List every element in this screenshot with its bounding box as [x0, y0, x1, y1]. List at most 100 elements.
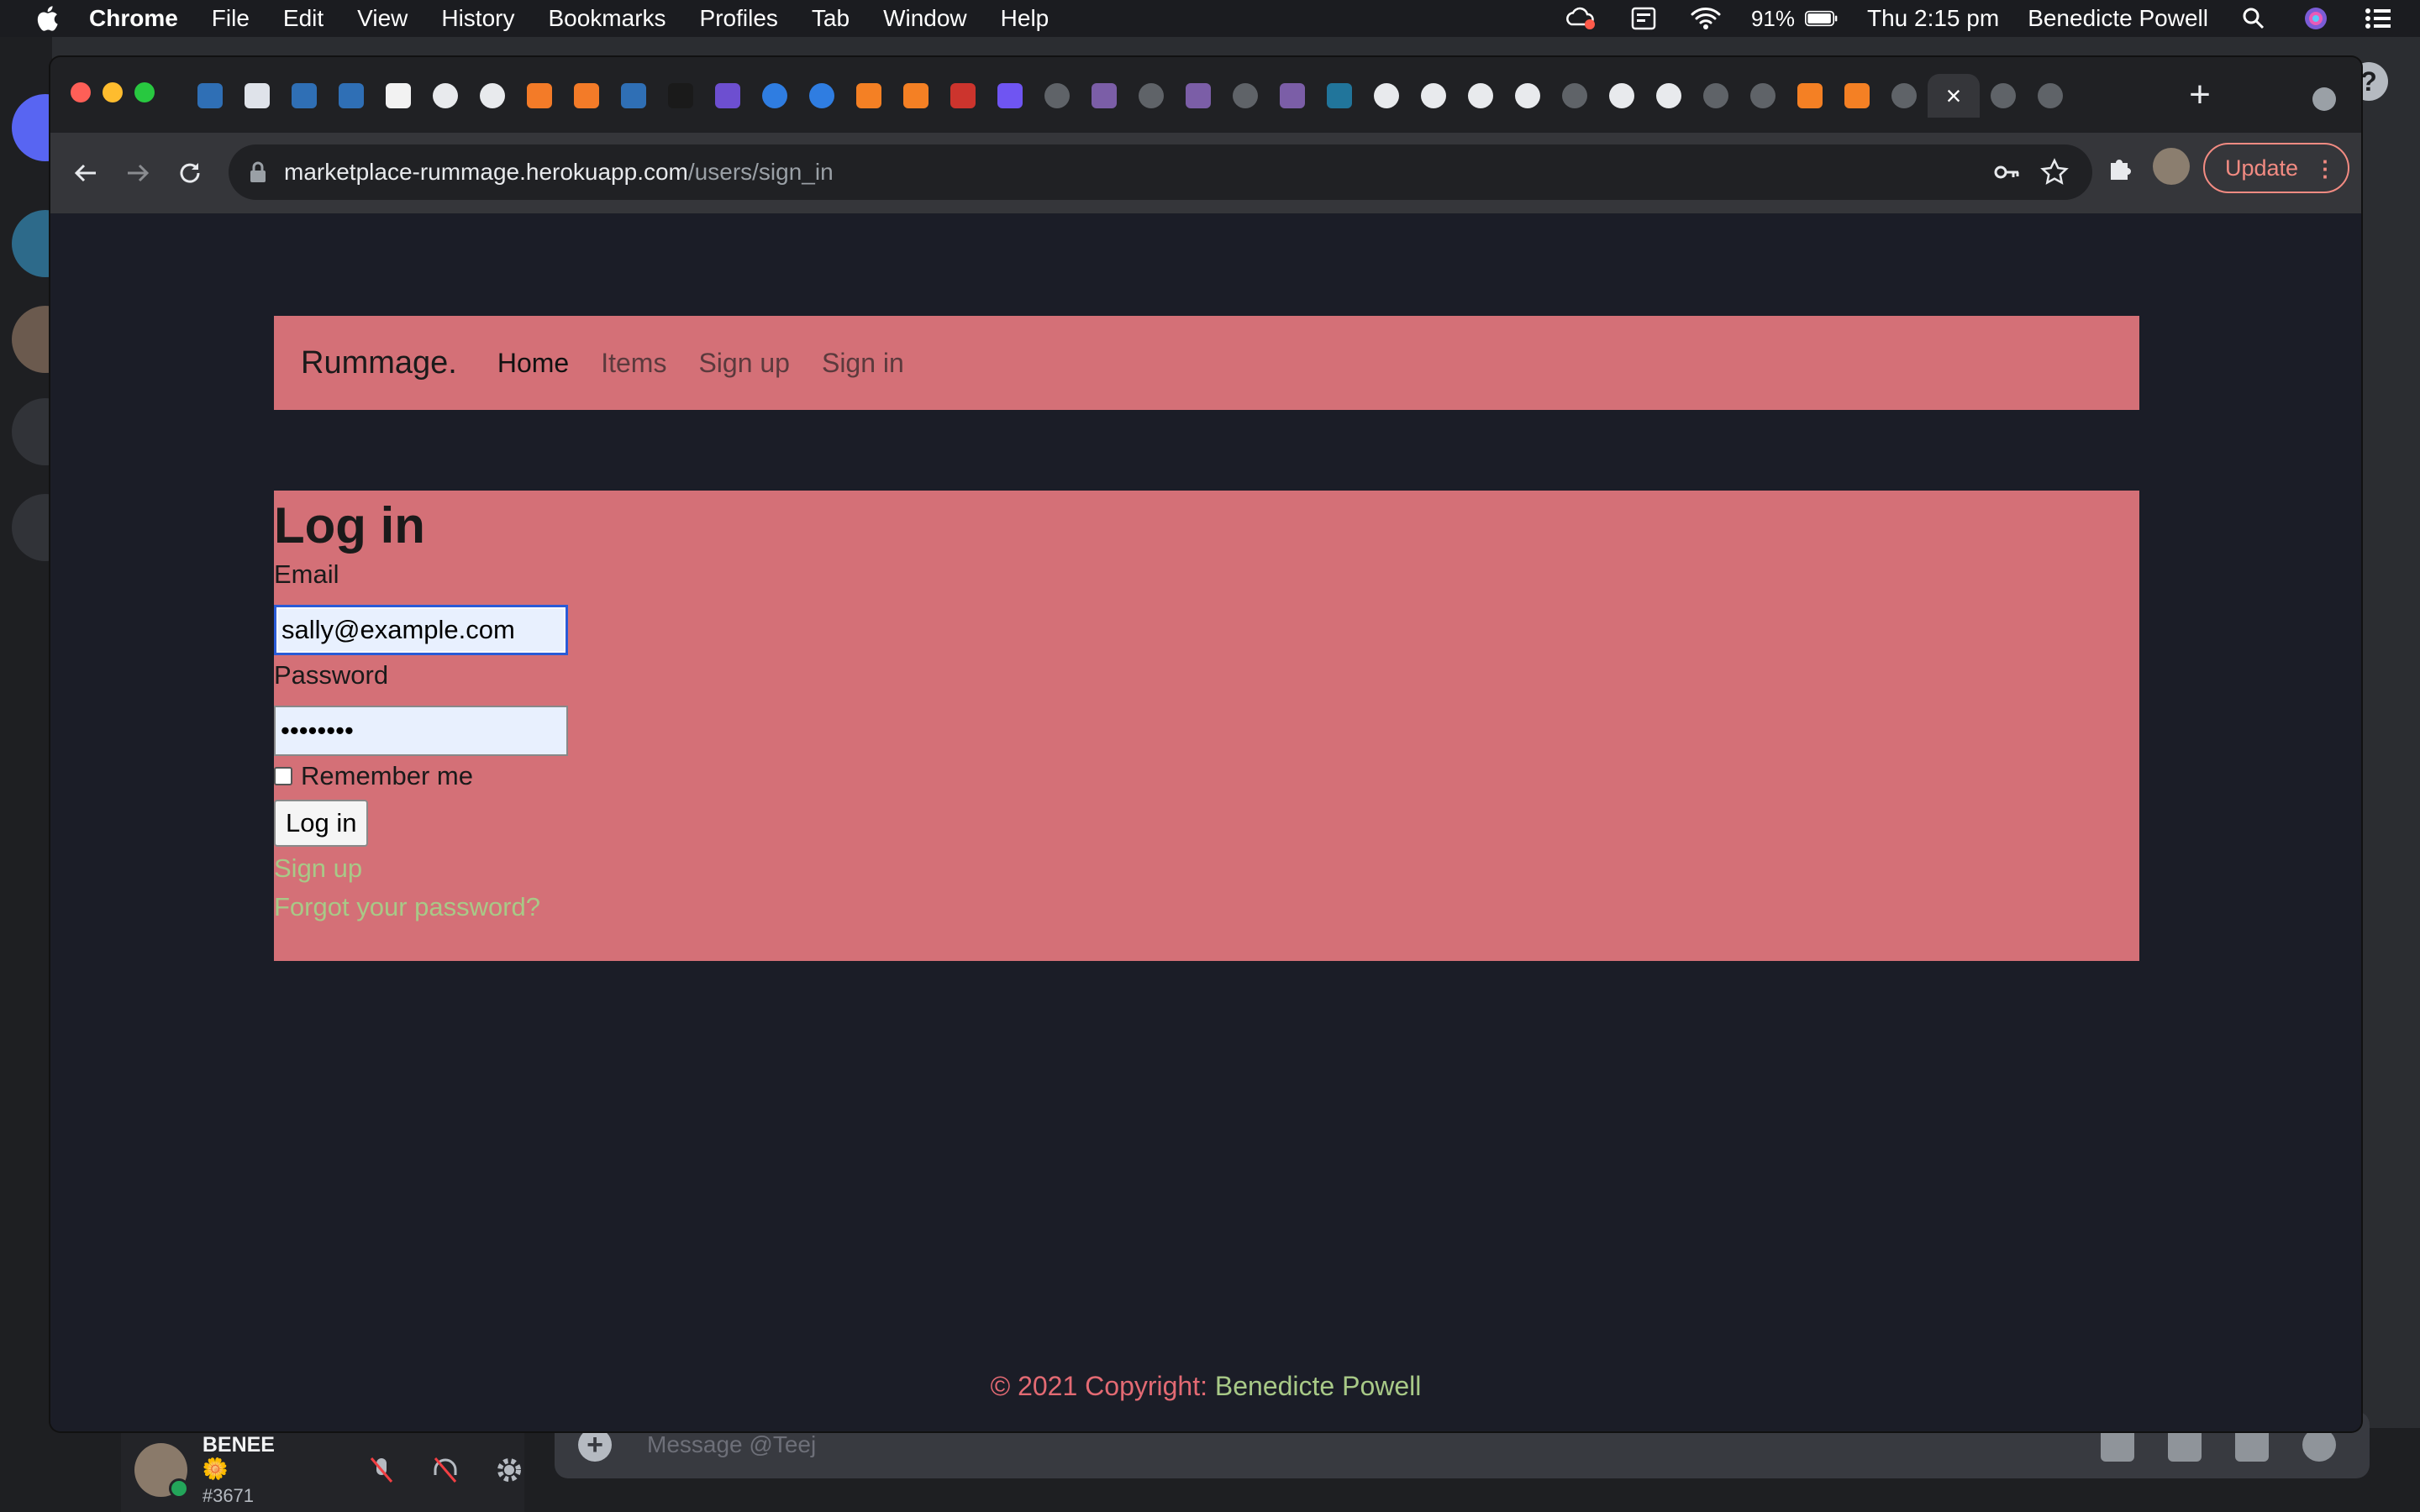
browser-tab[interactable]	[704, 74, 751, 118]
wifi-icon[interactable]	[1689, 6, 1723, 31]
clock[interactable]: Thu 2:15 pm	[1867, 5, 1999, 32]
browser-tab[interactable]	[375, 74, 422, 118]
new-tab-button[interactable]: +	[2180, 76, 2220, 116]
lock-icon[interactable]	[249, 161, 267, 183]
add-attachment-icon[interactable]: +	[578, 1428, 612, 1462]
browser-tab[interactable]	[516, 74, 563, 118]
browser-tab[interactable]	[1316, 74, 1363, 118]
keyboard-viewer-icon[interactable]	[1627, 6, 1660, 31]
reload-button[interactable]	[173, 156, 207, 190]
menu-app-name[interactable]: Chrome	[89, 5, 178, 32]
nav-items[interactable]: Items	[601, 348, 666, 379]
password-field[interactable]	[274, 706, 568, 756]
browser-tab[interactable]	[422, 74, 469, 118]
browser-tab[interactable]	[798, 74, 845, 118]
minimize-window-button[interactable]	[103, 82, 123, 102]
browser-tab[interactable]	[1410, 74, 1457, 118]
apple-icon[interactable]	[35, 5, 59, 32]
extensions-puzzle-icon[interactable]	[2106, 155, 2134, 183]
browser-tab[interactable]	[1692, 74, 1739, 118]
bookmark-star-icon[interactable]	[2040, 158, 2069, 186]
gif-icon[interactable]	[2168, 1428, 2202, 1462]
remember-me-checkbox[interactable]	[274, 767, 292, 785]
tab-search-icon[interactable]	[2312, 87, 2336, 111]
browser-tab[interactable]	[234, 74, 281, 118]
browser-tab[interactable]	[1645, 74, 1692, 118]
browser-tab[interactable]	[328, 74, 375, 118]
menu-edit[interactable]: Edit	[283, 5, 324, 32]
nav-sign-in[interactable]: Sign in	[822, 348, 904, 379]
browser-tab[interactable]	[1457, 74, 1504, 118]
forgot-password-link[interactable]: Forgot your password?	[274, 887, 2139, 927]
browser-tab[interactable]	[187, 74, 234, 118]
active-tab[interactable]: ×	[1928, 74, 1980, 118]
browser-tab[interactable]	[281, 74, 328, 118]
battery-icon[interactable]	[1804, 6, 1839, 31]
browser-tab[interactable]	[1222, 74, 1269, 118]
browser-tab[interactable]	[469, 74, 516, 118]
menu-tab[interactable]: Tab	[812, 5, 850, 32]
browser-tab[interactable]	[986, 74, 1034, 118]
browser-tab[interactable]	[657, 74, 704, 118]
page-viewport: Rummage. Home Items Sign up Sign in Log …	[50, 213, 2361, 1431]
nav-home[interactable]: Home	[497, 348, 569, 379]
menu-window[interactable]: Window	[883, 5, 967, 32]
menu-profiles[interactable]: Profiles	[700, 5, 778, 32]
mute-microphone-icon[interactable]	[366, 1455, 397, 1485]
browser-tab[interactable]	[1034, 74, 1081, 118]
browser-tab[interactable]	[845, 74, 892, 118]
user-settings-gear-icon[interactable]	[494, 1455, 524, 1485]
footer-owner[interactable]: Benedicte Powell	[1215, 1371, 1421, 1401]
browser-tab[interactable]	[1833, 74, 1881, 118]
menu-help[interactable]: Help	[1001, 5, 1050, 32]
sticker-icon[interactable]	[2235, 1428, 2269, 1462]
zoom-window-button[interactable]	[134, 82, 155, 102]
browser-tab[interactable]	[1363, 74, 1410, 118]
close-tab-icon[interactable]: ×	[1946, 81, 1962, 112]
browser-tab[interactable]	[1786, 74, 1833, 118]
browser-tab[interactable]	[1269, 74, 1316, 118]
siri-icon[interactable]	[2299, 6, 2333, 31]
tab-favicon-icon	[1656, 83, 1681, 108]
login-button[interactable]: Log in	[274, 800, 369, 847]
browser-tab[interactable]	[563, 74, 610, 118]
forward-button[interactable]	[121, 156, 155, 190]
close-window-button[interactable]	[71, 82, 91, 102]
browser-tab[interactable]	[2027, 74, 2074, 118]
menu-bookmarks[interactable]: Bookmarks	[548, 5, 666, 32]
browser-tab[interactable]	[1881, 74, 1928, 118]
more-vert-icon[interactable]: · · ·	[2322, 150, 2329, 187]
browser-tab[interactable]	[610, 74, 657, 118]
nav-sign-up[interactable]: Sign up	[698, 348, 790, 379]
emoji-icon[interactable]	[2302, 1428, 2336, 1462]
browser-tab[interactable]	[1551, 74, 1598, 118]
menu-history[interactable]: History	[441, 5, 514, 32]
update-button[interactable]: Update · · ·	[2203, 143, 2349, 193]
browser-tab[interactable]	[1980, 74, 2027, 118]
browser-tab[interactable]	[1598, 74, 1645, 118]
browser-tab[interactable]	[751, 74, 798, 118]
gift-icon[interactable]	[2101, 1428, 2134, 1462]
browser-tab[interactable]	[1081, 74, 1128, 118]
spotlight-search-icon[interactable]	[2237, 6, 2270, 31]
email-field[interactable]	[274, 605, 568, 655]
browser-tab[interactable]	[892, 74, 939, 118]
browser-tab[interactable]	[1128, 74, 1175, 118]
back-button[interactable]	[69, 156, 103, 190]
menu-file[interactable]: File	[212, 5, 250, 32]
address-bar[interactable]: marketplace-rummage.herokuapp.com/users/…	[229, 144, 2092, 200]
profile-avatar[interactable]	[2153, 148, 2190, 185]
browser-tab[interactable]	[1739, 74, 1786, 118]
sign-up-link[interactable]: Sign up	[274, 848, 2139, 889]
avatar[interactable]	[134, 1443, 189, 1499]
notification-center-icon[interactable]	[2361, 6, 2395, 31]
browser-tab[interactable]	[1175, 74, 1222, 118]
browser-tab[interactable]	[939, 74, 986, 118]
menu-username[interactable]: Benedicte Powell	[2028, 5, 2208, 32]
browser-tab[interactable]	[1504, 74, 1551, 118]
key-icon[interactable]	[1993, 160, 2020, 185]
menu-view[interactable]: View	[357, 5, 408, 32]
site-brand[interactable]: Rummage.	[301, 345, 457, 381]
creative-cloud-icon[interactable]	[1565, 6, 1598, 31]
deafen-headphones-icon[interactable]	[430, 1455, 460, 1485]
